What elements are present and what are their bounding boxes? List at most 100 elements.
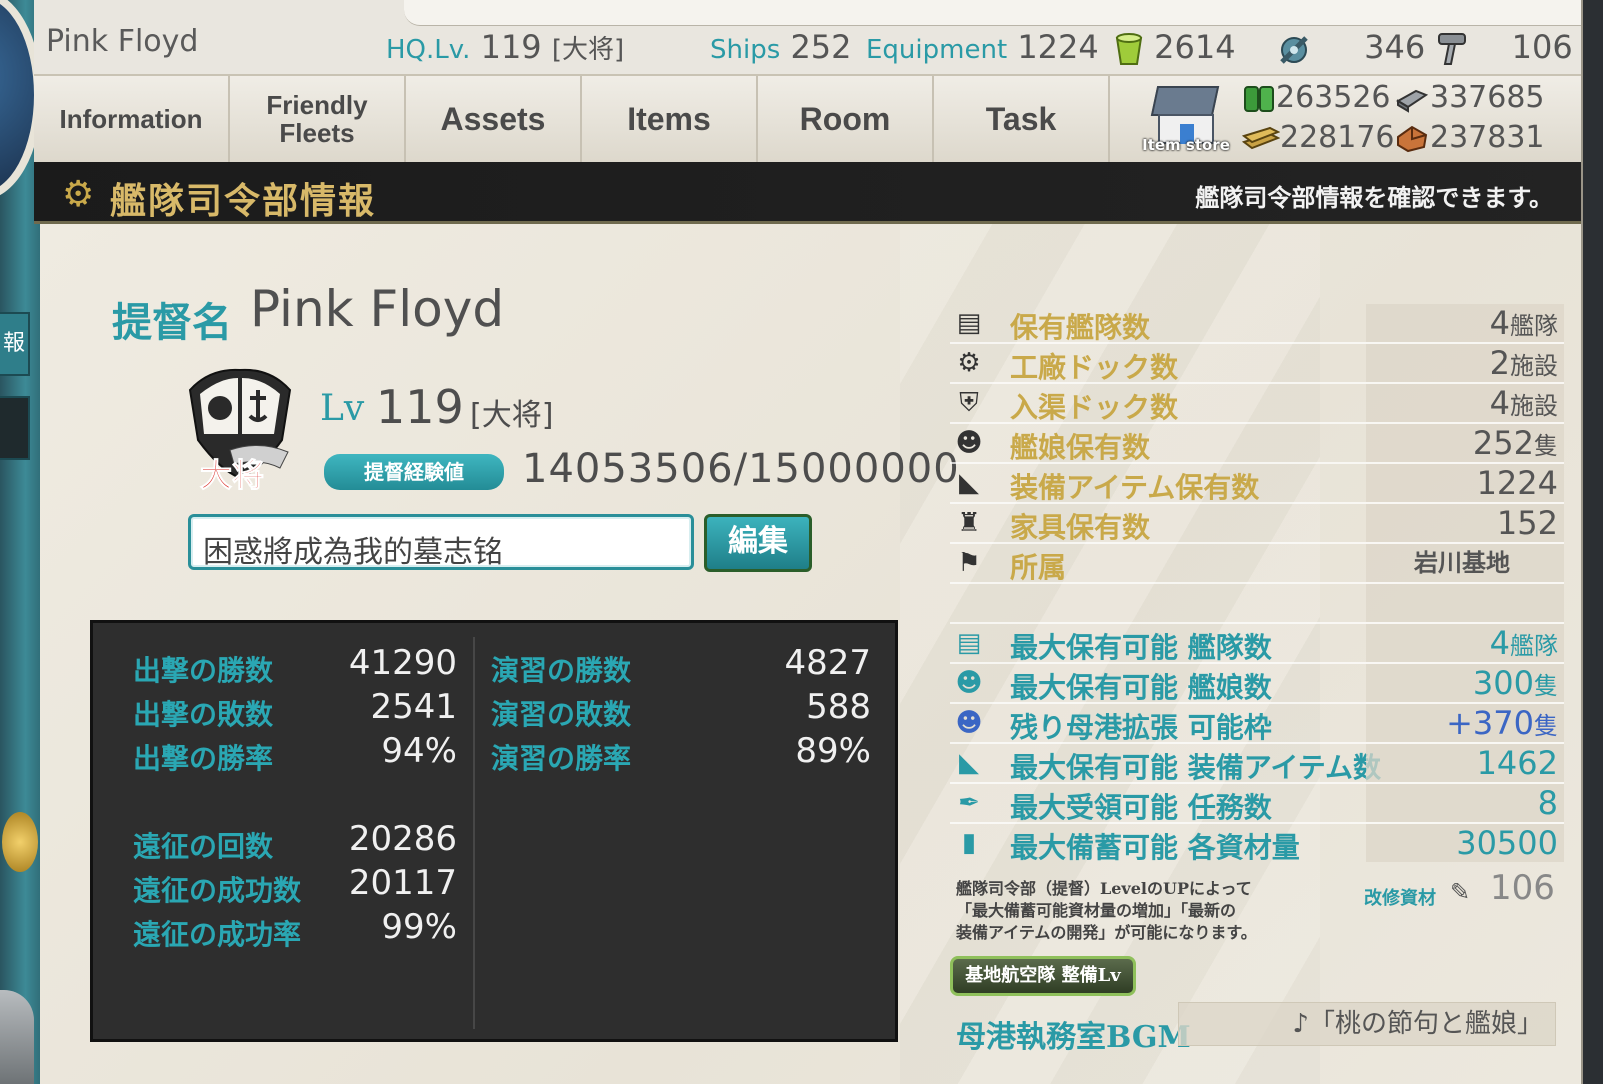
expedition-success-label: 遠征の成功数 — [133, 874, 302, 907]
stat-row-fleets: ▤ 保有艦隊数 4艦隊 — [950, 304, 1564, 344]
note-line: 装備アイテムの開発」が可能になります。 — [956, 923, 1257, 942]
sidebar-knob[interactable] — [0, 990, 34, 1084]
hq-level-value: 119 — [480, 28, 542, 66]
stat-row-repair-docks: ⛨ 入渠ドック数 4施設 — [950, 384, 1564, 424]
menu-information-button[interactable]: Information — [34, 76, 230, 162]
menu-room-button[interactable]: Room — [758, 76, 934, 162]
flag-icon: ⚑ — [957, 548, 981, 578]
steel-value: 228176 — [1280, 120, 1395, 155]
menu-assets-button[interactable]: Assets — [406, 76, 582, 162]
bucket-display: 2614 — [1114, 28, 1236, 66]
ship-girl-icon: ☻ — [955, 668, 983, 698]
stat-row-ship-count: ☻ 艦娘保有数 252隻 — [950, 424, 1564, 464]
stat-row-port-expansion: ☻ 残り母港拡張 可能枠 +370隻 — [950, 704, 1564, 744]
stat-value: 30500 — [1366, 824, 1564, 862]
stat-row-furniture: ♜ 家具保有数 152 — [950, 504, 1564, 544]
experience-badge: 提督経験値 — [324, 454, 504, 490]
top-header: Pink Floyd HQ.Lv. 119 [大将] Ships 252 Equ… — [34, 0, 1583, 162]
improvement-material-label: 改修資材 — [1364, 888, 1436, 909]
menu-items-button[interactable]: Items — [582, 76, 758, 162]
sortie-losses-label: 出撃の敗数 — [133, 698, 274, 731]
main-menu-bar: Information Friendly Fleets Assets Items… — [34, 74, 1583, 162]
stat-value: 1462 — [1366, 744, 1564, 782]
fleet-icon: ▤ — [956, 308, 982, 338]
development-material-icon — [1280, 36, 1308, 64]
stat-value: 252隻 — [1366, 424, 1564, 462]
steel-icon — [1242, 126, 1280, 149]
stat-row-construction-docks: ⚙ 工廠ドック数 2施設 — [950, 344, 1564, 384]
equipment-display: Equipment 1224 — [866, 28, 1099, 66]
stat-value: 4艦隊 — [1366, 624, 1564, 662]
bauxite-icon — [1397, 125, 1428, 152]
stat-label: 保有艦隊数 — [1010, 311, 1151, 344]
stat-row-max-fleets: ▤ 最大保有可能 艦隊数 4艦隊 — [950, 624, 1564, 664]
hq-level-display: HQ.Lv. 119 [大将] — [386, 28, 624, 66]
hq-level-label: HQ.Lv. — [386, 35, 471, 65]
fuel-display: 263526 — [1242, 80, 1391, 115]
stat-row-max-ships: ☻ 最大保有可能 艦娘数 300隻 — [950, 664, 1564, 704]
header-top-frame — [404, 0, 1583, 26]
bucket-count: 2614 — [1154, 28, 1236, 66]
cannon-icon: ◣ — [959, 748, 979, 778]
ship-girl-blue-icon: ☻ — [955, 708, 983, 738]
gear-icon: ⚙ — [62, 174, 95, 215]
admiral-comment-field[interactable]: 困惑將成為我的墓志铭 — [188, 514, 694, 570]
experience-value: 14053506/15000000 — [522, 446, 960, 492]
ship-girl-icon: ☻ — [955, 428, 983, 458]
chair-icon: ♜ — [957, 508, 981, 538]
hq-rank: [大将] — [551, 35, 625, 65]
stat-label: 入渠ドック数 — [1010, 391, 1179, 424]
expedition-rate-value: 99% — [381, 907, 457, 947]
sortie-rate-value: 94% — [381, 731, 457, 771]
stat-label: 最大保有可能 装備アイテム数 — [1010, 751, 1381, 784]
ammo-value: 337685 — [1430, 80, 1545, 115]
quill-icon: ✒ — [958, 788, 980, 818]
sortie-rate-label: 出撃の勝率 — [133, 742, 274, 775]
page-subtitle: 艦隊司令部情報を確認できます。 — [1195, 183, 1553, 212]
bucket-icon — [1115, 33, 1143, 65]
admiral-name-label: 提督名 — [112, 299, 232, 346]
port-bgm-label: 母港執務室BGM — [956, 1020, 1191, 1055]
stat-label: 最大保有可能 艦娘数 — [1010, 671, 1272, 704]
battle-record-panel: 出撃の勝数 41290 出撃の敗数 2541 出撃の勝率 94% 演習の勝数 4… — [90, 620, 898, 1042]
expedition-success-value: 20117 — [348, 863, 457, 903]
stat-label: 艦娘保有数 — [1010, 431, 1151, 464]
bauxite-value: 237831 — [1430, 120, 1545, 155]
player-name: Pink Floyd — [46, 24, 199, 59]
admiral-rank: [大将] — [470, 398, 554, 433]
sidebar-tab-dark[interactable] — [0, 396, 30, 460]
equipment-label: Equipment — [866, 35, 1008, 65]
expedition-rate-label: 遠征の成功率 — [133, 918, 302, 951]
devmat-display: 346 106 — [1274, 28, 1573, 68]
materials-panel: 263526 337685 228176 237831 — [1242, 76, 1582, 162]
screw-icon: ✎ — [1450, 878, 1471, 906]
stat-row-spacer — [950, 584, 1564, 624]
level-up-note: 艦隊司令部（提督）LevelのUPによって 「最大備蓄可能資材量の増加」「最新の… — [956, 878, 1286, 944]
port-bgm-selector[interactable]: ♪「桃の節句と艦娘」 — [1178, 1002, 1556, 1046]
stat-value: 152 — [1366, 504, 1564, 542]
frame-right — [1583, 0, 1603, 1084]
land-base-maintenance-button[interactable]: 基地航空隊 整備Lv — [950, 956, 1136, 996]
ships-label: Ships — [710, 35, 781, 65]
devmat-count: 346 — [1364, 28, 1426, 66]
cog-icon: ⚙ — [957, 348, 981, 378]
record-divider — [473, 637, 475, 1029]
note-line: 艦隊司令部（提督）LevelのUPによって — [956, 879, 1252, 898]
edit-comment-button[interactable]: 編集 — [704, 514, 812, 572]
menu-friendly-fleets-button[interactable]: Friendly Fleets — [230, 76, 406, 162]
item-store-button[interactable]: Item store — [1142, 82, 1230, 158]
stat-row-max-resources: ▮ 最大備蓄可能 各資材量 30500 — [950, 824, 1564, 864]
stat-label: 最大受領可能 任務数 — [1010, 791, 1272, 824]
stat-value: 4艦隊 — [1366, 304, 1564, 342]
stat-label: 家具保有数 — [1010, 511, 1151, 544]
menu-task-button[interactable]: Task — [934, 76, 1110, 162]
store-roof-icon — [1150, 86, 1220, 116]
stat-label: 装備アイテム保有数 — [1010, 471, 1260, 504]
storage-icon: ▮ — [961, 828, 977, 858]
item-store-label: Item store — [1142, 136, 1230, 154]
ships-count: 252 — [790, 28, 852, 66]
sidebar-medal-icon[interactable] — [2, 812, 38, 872]
admiral-level: 119 — [376, 380, 464, 434]
sortie-wins-value: 41290 — [348, 643, 457, 683]
sidebar-tab-info[interactable]: 報 — [0, 312, 30, 376]
